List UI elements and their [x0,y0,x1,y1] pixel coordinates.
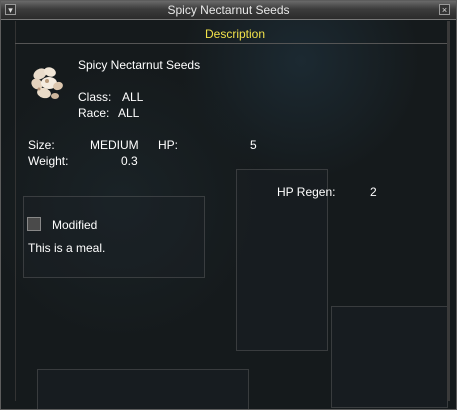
title-bar[interactable]: Spicy Nectarnut Seeds ▾ × [1,1,456,20]
size-value: MEDIUM [90,138,139,152]
size-label: Size: [28,138,55,152]
race-value: ALL [118,106,140,120]
flavor-text: This is a meal. [28,241,106,255]
window-right-edge[interactable] [447,21,450,401]
class-value: ALL [122,90,144,104]
hp-value: 5 [250,138,257,152]
weight-value: 0.3 [121,154,138,168]
window-title: Spicy Nectarnut Seeds [167,3,290,17]
seeds-icon [31,67,63,99]
description-divider [15,43,447,44]
ghost-panel-right [331,306,448,408]
class-label: Class: [78,90,112,104]
modified-label: Modified [52,218,98,232]
modified-checkbox[interactable] [27,217,41,231]
hp-label: HP: [158,138,179,152]
race-label: Race: [78,106,110,120]
window-left-edge [15,21,16,401]
item-name: Spicy Nectarnut Seeds [78,58,201,72]
minimize-button[interactable]: ▾ [5,4,16,15]
background-game-ui [1,1,456,409]
weight-label: Weight: [28,154,69,168]
ghost-panel-bottom [37,369,249,409]
ghost-panel-left [23,196,205,278]
hp-regen-value: 2 [370,185,377,199]
item-display-window: Spicy Nectarnut Seeds ▾ × Description Sp… [0,0,457,410]
close-button[interactable]: × [439,4,450,15]
description-header: Description [204,27,266,41]
hp-regen-label: HP Regen: [277,185,336,199]
